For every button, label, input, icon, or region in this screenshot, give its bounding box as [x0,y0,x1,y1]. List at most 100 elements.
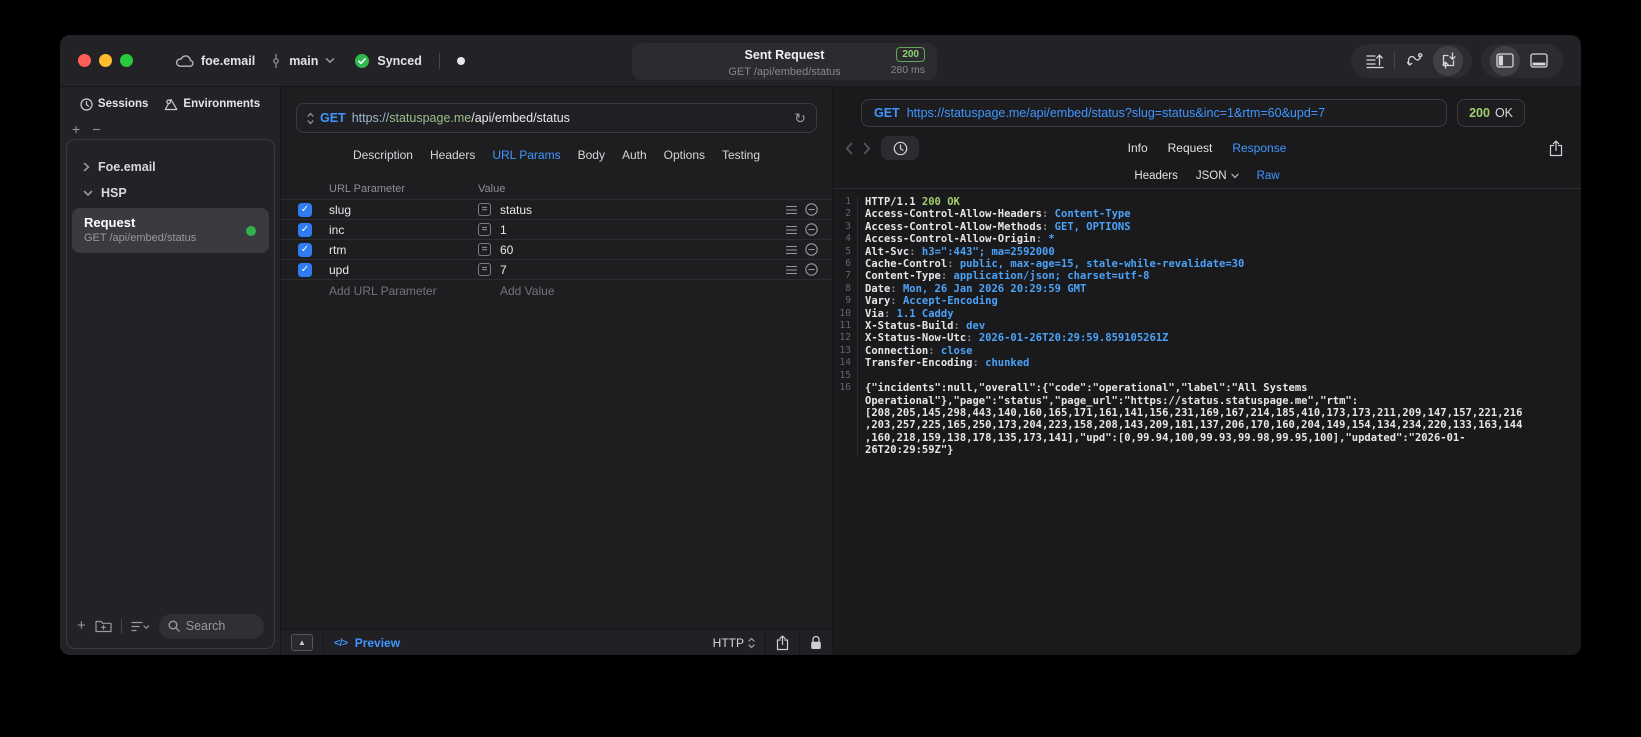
remove-row-icon[interactable] [805,263,818,276]
tree-item-hsp[interactable]: HSP [67,180,274,206]
response-method: GET [874,106,900,120]
code-line: 4 Access-Control-Allow-Origin: * [845,233,1055,246]
response-tab[interactable]: Response [1232,141,1286,155]
request-item-title: Request [84,215,136,230]
import-export-button[interactable] [1433,45,1463,76]
request-tab[interactable]: URL Params [492,148,560,162]
list-filter-button[interactable] [131,620,150,633]
response-subtab[interactable]: Headers [1134,170,1177,182]
project-group: foe.email main Synced [175,52,465,69]
remove-row-icon[interactable] [805,203,818,216]
tree-item-foe-email[interactable]: Foe.email [67,154,274,180]
session-panel: Foe.email HSP Request GET /api/embed/sta… [66,139,275,649]
remove-row-icon[interactable] [805,223,818,236]
add-session-button[interactable]: + [72,122,80,136]
request-tab[interactable]: Testing [722,148,760,162]
request-duration: 280 ms [890,64,925,76]
response-tab[interactable]: Info [1128,141,1148,155]
close-window-button[interactable] [78,54,91,67]
merge-icon[interactable] [1399,46,1429,76]
add-request-button[interactable]: + [77,618,86,633]
row-options-icon[interactable] [786,265,797,275]
row-options-icon[interactable] [786,225,797,235]
request-method[interactable]: GET [320,111,346,125]
params-add-row[interactable]: Add URL Parameter Add Value [281,279,832,301]
param-enabled-checkbox[interactable]: ✓ [298,202,312,217]
response-status-pill: 200 OK [1457,99,1525,127]
equals-icon: = [478,263,491,276]
chevron-down-icon[interactable] [83,190,93,197]
param-enabled-checkbox[interactable]: ✓ [298,222,312,237]
code-line: 1 HTTP/1.1 200 OK [845,196,960,209]
method-stepper-icon[interactable] [307,112,314,125]
param-name[interactable]: slug [329,203,478,217]
param-name[interactable]: inc [329,223,478,237]
code-line: 10 Via: 1.1 Caddy [839,307,954,321]
sent-request-summary[interactable]: Sent Request 200 GET /api/embed/status 2… [632,43,937,80]
titlebar: foe.email main Synced Sent Request 200 G… [60,35,1581,87]
new-folder-icon[interactable] [95,619,112,633]
column-header-value: Value [478,183,506,195]
request-tab[interactable]: Options [664,148,705,162]
param-row[interactable]: ✓ upd = 7 [281,259,832,279]
row-options-icon[interactable] [786,245,797,255]
search-input[interactable] [185,619,255,633]
param-enabled-checkbox[interactable]: ✓ [298,242,312,257]
row-options-icon[interactable] [786,205,797,215]
footer-divider [799,629,800,655]
param-row[interactable]: ✓ rtm = 60 [281,239,832,259]
response-raw-view[interactable]: 1 HTTP/1.1 200 OK 2 Access-Control-Allow-He… [833,189,1581,655]
toggle-bottom-panel-button[interactable] [1524,46,1554,76]
toggle-left-sidebar-button[interactable] [1490,45,1520,76]
main-content: Sessions Environments + − Foe.email HSP … [60,87,1581,655]
param-value[interactable]: 1 [500,223,780,237]
code-line: 8 Date: Mon, 26 Jan 2026 20:29:59 GMT [845,282,1087,296]
preview-button[interactable]: </> Preview [334,636,400,650]
tab-sessions[interactable]: Sessions [80,97,148,111]
param-name[interactable]: upd [329,263,478,277]
history-forward-button[interactable] [863,142,871,155]
response-tab[interactable]: Request [1168,141,1213,155]
sidebar-search[interactable] [158,613,264,639]
expand-panel-button[interactable]: ▲ [291,634,313,651]
remove-session-button[interactable]: − [92,122,100,136]
param-value[interactable]: 60 [500,243,780,257]
param-enabled-checkbox[interactable]: ✓ [298,262,312,277]
param-row[interactable]: ✓ slug = status [281,199,832,219]
branch-name[interactable]: main [289,54,318,68]
request-url[interactable]: https://statuspage.me/api/embed/status [352,111,789,125]
branch-chevron-down-icon[interactable] [325,57,335,64]
param-name[interactable]: rtm [329,243,478,257]
request-url-bar[interactable]: GET https://statuspage.me/api/embed/stat… [296,103,817,133]
response-subtab[interactable]: Raw [1257,170,1280,182]
protocol-selector[interactable]: HTTP [713,636,755,650]
preview-label: Preview [354,635,401,650]
minimize-window-button[interactable] [99,54,112,67]
project-name[interactable]: foe.email [201,54,255,68]
sort-requests-button[interactable] [1360,46,1390,76]
param-value[interactable]: 7 [500,263,780,277]
request-list-item-selected[interactable]: Request GET /api/embed/status [72,208,269,253]
share-icon[interactable] [776,634,789,651]
sync-status-label: Synced [377,53,422,68]
remove-row-icon[interactable] [805,243,818,256]
footer-divider [765,629,766,655]
param-value[interactable]: status [500,203,780,217]
cloud-icon [175,53,194,68]
zoom-window-button[interactable] [120,54,133,67]
response-subtab[interactable]: JSON [1196,170,1239,182]
export-response-icon[interactable] [1549,140,1563,157]
request-tab[interactable]: Auth [622,148,647,162]
resend-request-icon[interactable]: ↻ [794,111,806,125]
chevron-right-icon[interactable] [83,162,90,172]
tab-environments[interactable]: Environments [164,98,260,111]
history-back-button[interactable] [845,142,853,155]
lock-icon[interactable] [810,635,822,650]
request-tab[interactable]: Description [353,148,413,162]
response-status-text: OK [1494,106,1513,120]
request-tab[interactable]: Body [578,148,605,162]
request-tab[interactable]: Headers [430,148,475,162]
history-clock-button[interactable] [881,136,919,160]
response-url-pill[interactable]: GET https://statuspage.me/api/embed/stat… [861,99,1448,127]
param-row[interactable]: ✓ inc = 1 [281,219,832,239]
